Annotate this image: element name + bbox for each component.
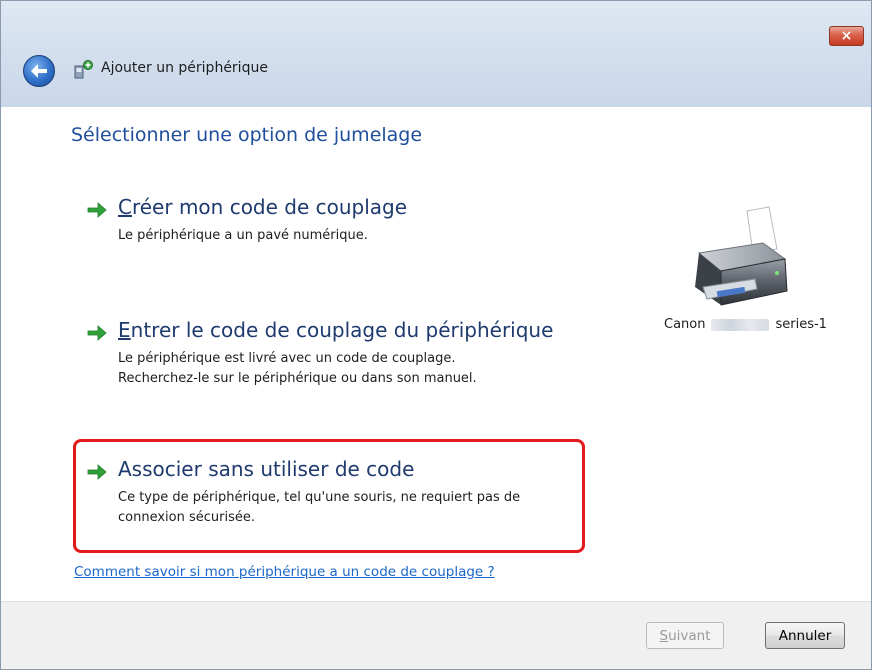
option-title: Associer sans utiliser de code	[118, 457, 415, 481]
device-add-icon	[74, 60, 93, 79]
close-button[interactable]: ×	[829, 26, 864, 46]
device-name: Canon series-1	[664, 317, 827, 332]
close-icon: ×	[840, 28, 853, 44]
next-button[interactable]: Suivant	[646, 622, 724, 649]
green-arrow-icon	[87, 325, 107, 341]
pairing-code-help-link[interactable]: Comment savoir si mon périphérique a un …	[74, 564, 495, 580]
back-button[interactable]	[23, 55, 55, 87]
printer-icon	[695, 206, 788, 306]
option-description: Le périphérique a un pavé numérique.	[118, 228, 368, 243]
back-arrow-icon	[31, 64, 47, 78]
main-instruction: Sélectionner une option de jumelage	[71, 124, 423, 146]
title-bar: × Ajouter un périphérique	[1, 1, 871, 107]
cancel-button[interactable]: Annuler	[765, 622, 845, 649]
command-area: Suivant Annuler	[1, 601, 871, 669]
green-arrow-icon	[87, 202, 107, 218]
add-device-dialog: × Ajouter un périphérique Sélectionner u…	[0, 0, 872, 670]
green-arrow-icon	[87, 464, 107, 480]
dialog-title: Ajouter un périphérique	[101, 60, 268, 76]
option-title: Créer mon code de couplage	[118, 195, 408, 219]
option-description: Ce type de périphérique, tel qu'une sour…	[118, 490, 521, 525]
redacted-model	[711, 318, 770, 331]
option-description: Le périphérique est livré avec un code d…	[118, 351, 477, 386]
content-area: Sélectionner une option de jumelage Crée…	[1, 107, 871, 601]
option-title: Entrer le code de couplage du périphériq…	[118, 318, 554, 342]
